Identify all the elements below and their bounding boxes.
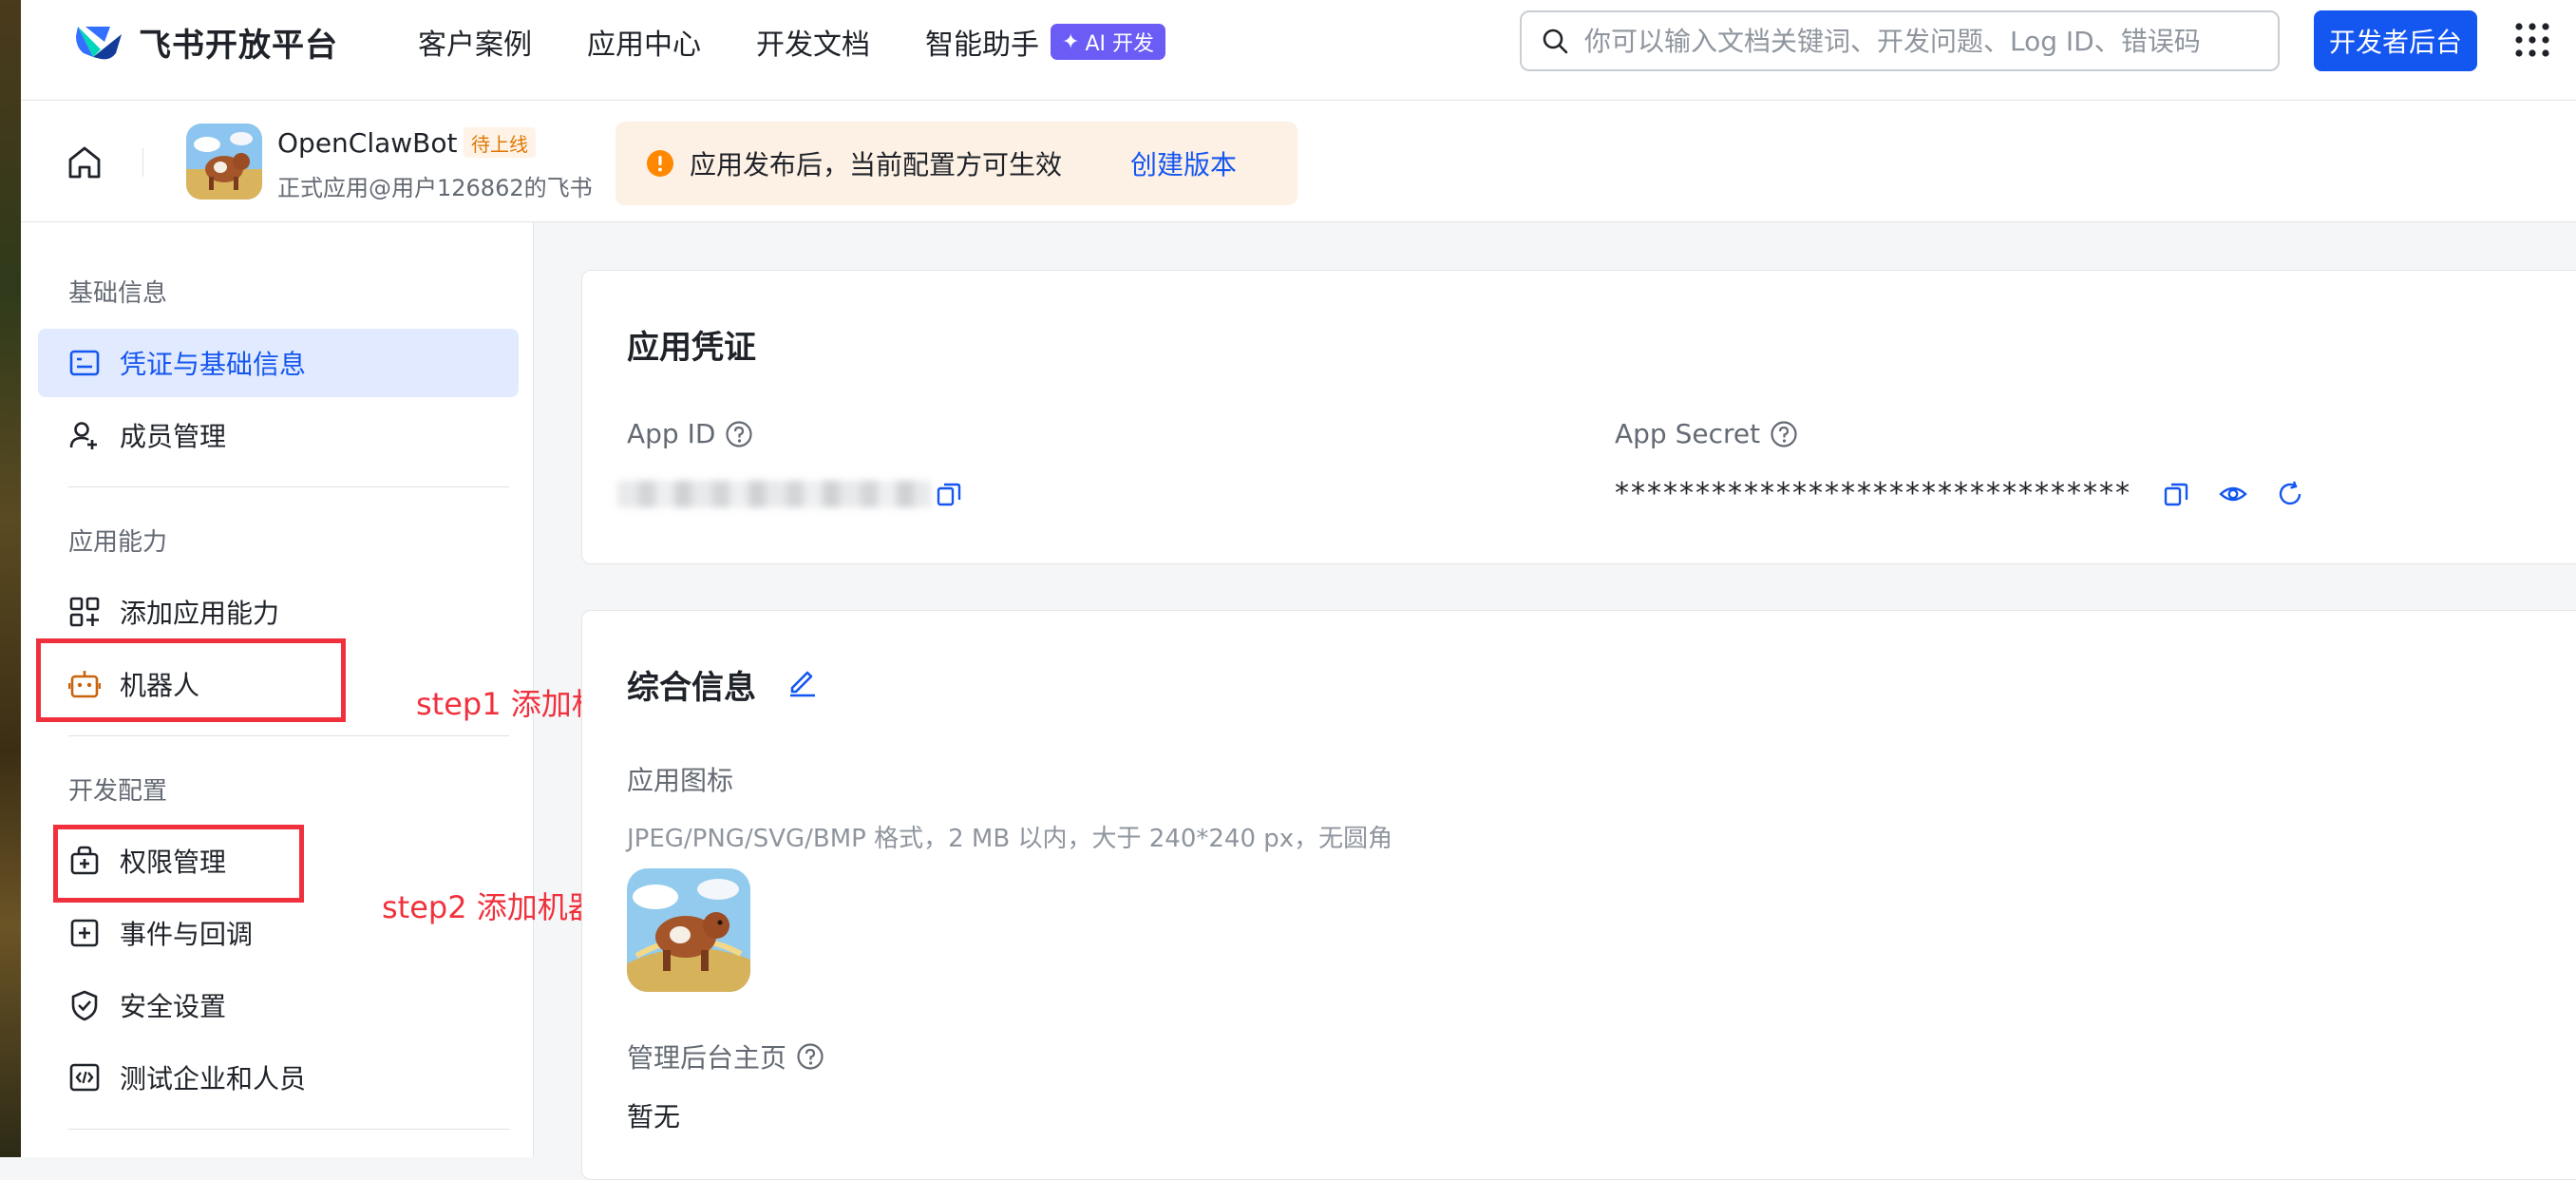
background-photo-strip bbox=[0, 0, 21, 1157]
sidebar-item-label: 测试企业和人员 bbox=[120, 1063, 307, 1094]
sidebar-item-security[interactable]: 安全设置 bbox=[38, 971, 519, 1039]
divider bbox=[142, 148, 143, 177]
sparkle-icon: ✦ bbox=[1062, 29, 1080, 54]
divider bbox=[68, 735, 509, 736]
app-header-bar: OpenClawBot 待上线 正式应用@用户126862的飞书 应用发布后，当… bbox=[21, 101, 2576, 222]
help-icon[interactable] bbox=[796, 1042, 824, 1071]
app-avatar bbox=[186, 124, 262, 200]
refresh-icon[interactable] bbox=[2276, 480, 2304, 508]
top-navigation-bar: 飞书开放平台 客户案例 应用中心 开发文档 智能助手 ✦ AI 开发 开发者后台 bbox=[21, 0, 2576, 101]
app-icon-label: 应用图标 bbox=[627, 765, 734, 796]
add-ability-icon bbox=[66, 594, 103, 630]
create-version-link[interactable]: 创建版本 bbox=[1130, 144, 1237, 182]
sidebar-item-label: 成员管理 bbox=[120, 421, 227, 452]
feishu-logo-icon bbox=[76, 27, 122, 60]
member-icon bbox=[66, 417, 103, 453]
ai-badge-label: AI 开发 bbox=[1085, 32, 1154, 56]
nav-link-assistant[interactable]: 智能助手 bbox=[925, 21, 1039, 63]
app-id-label-text: App ID bbox=[627, 418, 716, 449]
app-icon-image[interactable] bbox=[627, 868, 750, 992]
section-app-ability: 应用能力 bbox=[68, 528, 168, 557]
sidebar-item-members[interactable]: 成员管理 bbox=[38, 401, 519, 469]
section-basic-info: 基础信息 bbox=[68, 279, 168, 308]
nav-link-app-center[interactable]: 应用中心 bbox=[587, 21, 701, 63]
divider bbox=[68, 486, 509, 487]
help-icon[interactable] bbox=[725, 420, 753, 448]
homepage-label-text: 管理后台主页 bbox=[627, 1042, 787, 1074]
nav-link-docs[interactable]: 开发文档 bbox=[756, 21, 870, 63]
sidebar-item-label: 添加应用能力 bbox=[120, 598, 280, 629]
app-secret-label: App Secret bbox=[1615, 418, 1798, 449]
nav-link-cases[interactable]: 客户案例 bbox=[418, 21, 532, 63]
developer-console-button[interactable]: 开发者后台 bbox=[2314, 10, 2477, 71]
sidebar-item-label: 安全设置 bbox=[120, 991, 227, 1022]
search-input[interactable] bbox=[1582, 24, 2278, 58]
credentials-card bbox=[581, 270, 2576, 564]
section-dev-config: 开发配置 bbox=[68, 777, 168, 806]
app-secret-label-text: App Secret bbox=[1615, 418, 1761, 449]
help-icon[interactable] bbox=[1770, 420, 1798, 448]
app-id-value-redacted bbox=[617, 481, 931, 507]
general-info-card bbox=[581, 610, 2576, 1180]
app-subtitle: 正式应用@用户126862的飞书 bbox=[277, 175, 593, 201]
edit-icon[interactable] bbox=[786, 665, 819, 697]
credentials-title: 应用凭证 bbox=[627, 329, 756, 367]
copy-icon[interactable] bbox=[2162, 480, 2190, 508]
sidebar-item-test-tenants[interactable]: 测试企业和人员 bbox=[38, 1043, 519, 1112]
publish-notice: 应用发布后，当前配置方可生效 创建版本 bbox=[616, 122, 1297, 205]
code-icon bbox=[66, 1059, 103, 1095]
copy-icon[interactable] bbox=[935, 480, 963, 508]
app-secret-value: ******************************** bbox=[1615, 477, 2131, 510]
eye-icon[interactable] bbox=[2219, 480, 2247, 508]
warning-icon bbox=[647, 150, 673, 177]
shield-icon bbox=[66, 987, 103, 1023]
sidebar-item-add-ability[interactable]: 添加应用能力 bbox=[38, 578, 519, 646]
search-box[interactable] bbox=[1520, 10, 2280, 71]
credential-icon bbox=[66, 345, 103, 381]
notice-text: 应用发布后，当前配置方可生效 bbox=[690, 149, 1063, 181]
sidebar-item-credentials[interactable]: 凭证与基础信息 bbox=[38, 329, 519, 397]
homepage-label: 管理后台主页 bbox=[627, 1037, 824, 1075]
divider bbox=[68, 1129, 509, 1130]
sidebar-item-label: 凭证与基础信息 bbox=[120, 349, 307, 380]
homepage-value: 暂无 bbox=[627, 1101, 681, 1132]
nav-links: 客户案例 应用中心 开发文档 智能助手 ✦ AI 开发 bbox=[418, 21, 1165, 63]
app-icon-hint: JPEG/PNG/SVG/BMP 格式，2 MB 以内，大于 240*240 p… bbox=[627, 825, 1393, 853]
search-icon bbox=[1543, 29, 1568, 54]
ai-dev-badge[interactable]: ✦ AI 开发 bbox=[1051, 24, 1165, 60]
app-name: OpenClawBot bbox=[277, 127, 458, 159]
app-id-label: App ID bbox=[627, 418, 753, 449]
step1-highlight-box bbox=[36, 638, 346, 722]
step2-highlight-box bbox=[53, 825, 304, 903]
event-icon bbox=[66, 915, 103, 951]
brand-logo[interactable]: 飞书开放平台 bbox=[72, 19, 338, 65]
status-badge: 待上线 bbox=[464, 127, 536, 158]
sidebar-item-label: 事件与回调 bbox=[120, 919, 254, 950]
general-info-title: 综合信息 bbox=[627, 669, 756, 707]
brand-name: 飞书开放平台 bbox=[139, 26, 338, 65]
home-icon[interactable] bbox=[65, 143, 104, 182]
app-grid-icon[interactable] bbox=[2513, 21, 2551, 59]
